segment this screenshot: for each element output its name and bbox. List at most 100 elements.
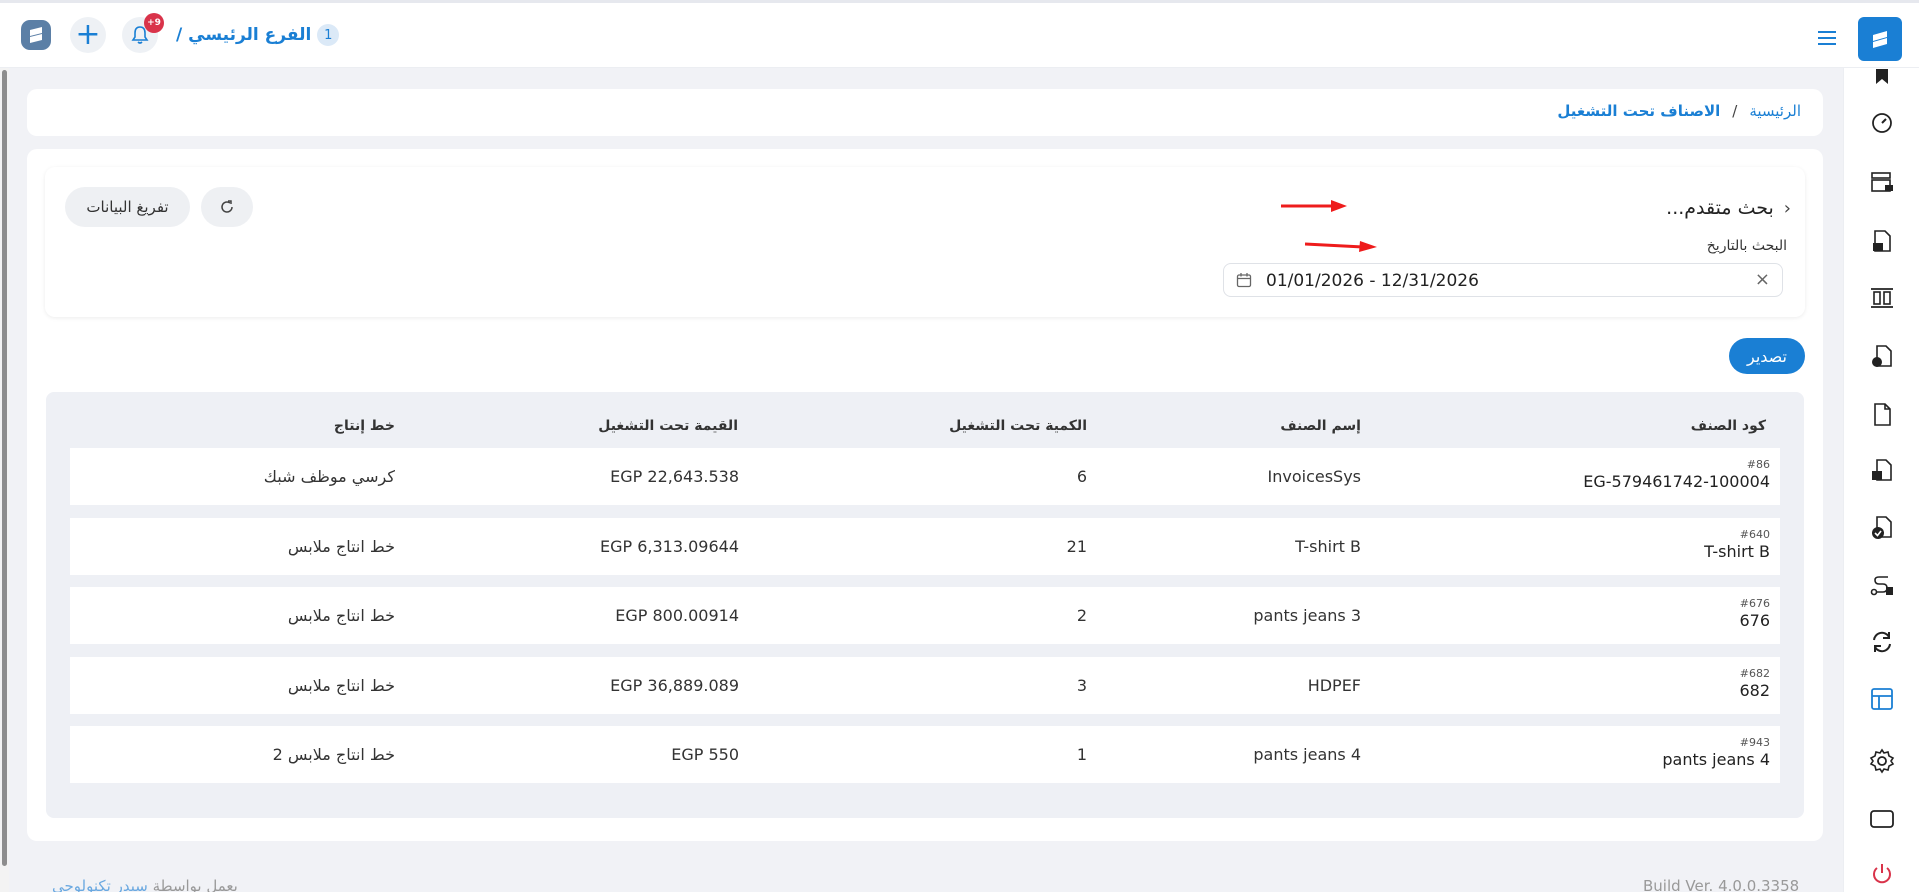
item-code-cell: #640 T-shirt B: [1704, 528, 1770, 561]
item-code-value: T-shirt B: [1704, 542, 1770, 561]
value-cell: EGP 800.00914: [615, 606, 739, 625]
production-line-cell: خط انتاج ملابس: [287, 676, 395, 695]
table-row[interactable]: #676 676 pants jeans 3 2 EGP 800.00914 خ…: [70, 587, 1780, 644]
pos-register-icon[interactable]: [1865, 165, 1899, 199]
production-line-cell: خط انتاج ملابس: [287, 606, 395, 625]
table-row[interactable]: #86 EG-579461742-100004 InvoicesSys 6 EG…: [70, 448, 1780, 505]
notifications-badge: +9: [144, 13, 164, 33]
page-scrollbar-thumb[interactable]: [2, 70, 7, 866]
qty-cell: 3: [1076, 676, 1087, 695]
item-code-number: #640: [1739, 528, 1770, 541]
header-item-name: إسم الصنف: [1280, 418, 1361, 434]
branch-name: الفرع الرئيسي /: [176, 25, 312, 45]
red-arrow-advanced-search: [1281, 200, 1347, 212]
header-item-code: كود الصنف: [1690, 418, 1766, 434]
app-logo[interactable]: [18, 17, 54, 53]
document-check-icon[interactable]: [1865, 511, 1899, 545]
hamburger-menu-icon: [1818, 31, 1836, 45]
powered-by-prefix: يعمل بواسطة: [152, 877, 238, 892]
item-code-number: #682: [1739, 667, 1770, 680]
filter-card: ‹ بحث متقدم... البحث بالتاريخ 01/01/2026…: [45, 167, 1805, 317]
item-name-cell: T-shirt B: [1295, 537, 1361, 556]
production-line-cell: خط انتاج ملابس 2: [272, 745, 395, 764]
clear-date-icon[interactable]: ×: [1755, 269, 1770, 290]
item-name-cell: pants jeans 4: [1253, 745, 1361, 764]
document-money-icon[interactable]: [1865, 340, 1899, 374]
qty-cell: 1: [1076, 745, 1087, 764]
gear-icon[interactable]: [1865, 744, 1899, 778]
item-code-cell: #943 pants jeans 4: [1662, 736, 1770, 769]
breadcrumb-home-link[interactable]: الرئيسية: [1749, 102, 1801, 120]
item-code-cell: #86 EG-579461742-100004: [1583, 458, 1770, 491]
build-version: Build Ver. 4.0.0.3358: [1643, 877, 1800, 892]
page-scrollbar[interactable]: [0, 68, 9, 892]
item-code-cell: #682 682: [1739, 667, 1770, 700]
plus-icon: +: [75, 17, 101, 52]
tablet-icon[interactable]: [1865, 802, 1899, 836]
bookmark-icon[interactable]: [1865, 60, 1899, 94]
header-production-line: خط إنتاج: [333, 418, 395, 434]
chevron-left-icon: ‹: [1783, 197, 1791, 219]
branch-number-badge: 1: [317, 24, 340, 46]
route-icon[interactable]: [1865, 568, 1899, 602]
item-code-value: pants jeans 4: [1662, 750, 1770, 769]
breadcrumb: الرئيسية / الاصناف تحت التشغيل: [1557, 102, 1801, 120]
add-button[interactable]: +: [70, 17, 106, 53]
notifications-button[interactable]: +9: [122, 13, 164, 53]
value-cell: EGP 6,313.09644: [599, 537, 739, 556]
export-button[interactable]: تصدير: [1729, 338, 1805, 374]
table-row[interactable]: #943 pants jeans 4 pants jeans 4 1 EGP 5…: [70, 726, 1780, 783]
qty-cell: 2: [1076, 606, 1087, 625]
refresh-button[interactable]: [201, 187, 253, 227]
footer-powered-by: يعمل بواسطة سيدر تكنولوجي: [52, 877, 238, 892]
document-icon[interactable]: [1865, 398, 1899, 432]
item-code-number: #943: [1739, 736, 1770, 749]
value-cell: EGP 550: [671, 745, 739, 764]
columns-icon[interactable]: [1865, 281, 1899, 315]
menu-button[interactable]: [1812, 25, 1842, 51]
qty-cell: 6: [1076, 467, 1087, 486]
header-value-in-progress: القيمة تحت التشغيل: [598, 418, 738, 434]
breadcrumb-separator: /: [1732, 102, 1738, 120]
branch-selector[interactable]: 1 الفرع الرئيسي /: [176, 22, 340, 48]
advanced-search-label: بحث متقدم...: [1666, 197, 1774, 219]
refresh-cycle-icon[interactable]: [1865, 625, 1899, 659]
production-line-cell: خط انتاج ملابس: [287, 537, 395, 556]
production-line-cell: كرسي موظف شبك: [263, 467, 395, 486]
powered-by-link[interactable]: سيدر تكنولوجي: [52, 877, 148, 892]
breadcrumb-current: الاصناف تحت التشغيل: [1557, 102, 1721, 120]
refresh-icon: [221, 200, 233, 213]
item-code-value: 676: [1739, 611, 1770, 630]
brand-logo[interactable]: [1858, 17, 1902, 61]
item-code-number: #86: [1746, 458, 1770, 471]
document-briefcase-icon[interactable]: [1865, 225, 1899, 259]
date-filter-label: البحث بالتاريخ: [1706, 238, 1787, 254]
breadcrumb-panel: الرئيسية / الاصناف تحت التشغيل: [27, 89, 1823, 136]
document-box-icon[interactable]: [1865, 454, 1899, 488]
value-cell: EGP 36,889.089: [610, 676, 739, 695]
header-qty-in-progress: الكمية تحت التشغيل: [949, 418, 1087, 434]
clear-data-button[interactable]: تفريغ البيانات: [65, 187, 190, 227]
advanced-search-toggle[interactable]: ‹ بحث متقدم...: [1666, 197, 1791, 219]
red-arrow-date-filter: [1305, 241, 1377, 252]
power-icon[interactable]: [1865, 857, 1899, 891]
speedometer-icon[interactable]: [1865, 106, 1899, 140]
item-code-number: #676: [1739, 597, 1770, 610]
calendar-icon: [1236, 273, 1252, 288]
date-range-value: 01/01/2026 - 12/31/2026: [1266, 271, 1479, 291]
item-name-cell: HDPEF: [1307, 676, 1361, 695]
item-name-cell: pants jeans 3: [1253, 606, 1361, 625]
sidebar: [1843, 68, 1919, 892]
item-code-value: EG-579461742-100004: [1583, 472, 1770, 491]
qty-cell: 21: [1066, 537, 1087, 556]
table-row[interactable]: #682 682 HDPEF 3 EGP 36,889.089 خط انتاج…: [70, 657, 1780, 714]
items-table: كود الصنف إسم الصنف الكمية تحت التشغيل ا…: [46, 392, 1804, 818]
item-name-cell: InvoicesSys: [1267, 467, 1362, 486]
layout-grid-icon[interactable]: [1865, 682, 1899, 716]
date-range-input[interactable]: 01/01/2026 - 12/31/2026 ×: [1223, 263, 1783, 297]
value-cell: EGP 22,643.538: [610, 467, 739, 486]
item-code-value: 682: [1739, 681, 1770, 700]
item-code-cell: #676 676: [1739, 597, 1770, 630]
table-row[interactable]: #640 T-shirt B T-shirt B 21 EGP 6,313.09…: [70, 518, 1780, 575]
top-bar: + +9 1 الفرع الرئيسي /: [0, 0, 1919, 68]
